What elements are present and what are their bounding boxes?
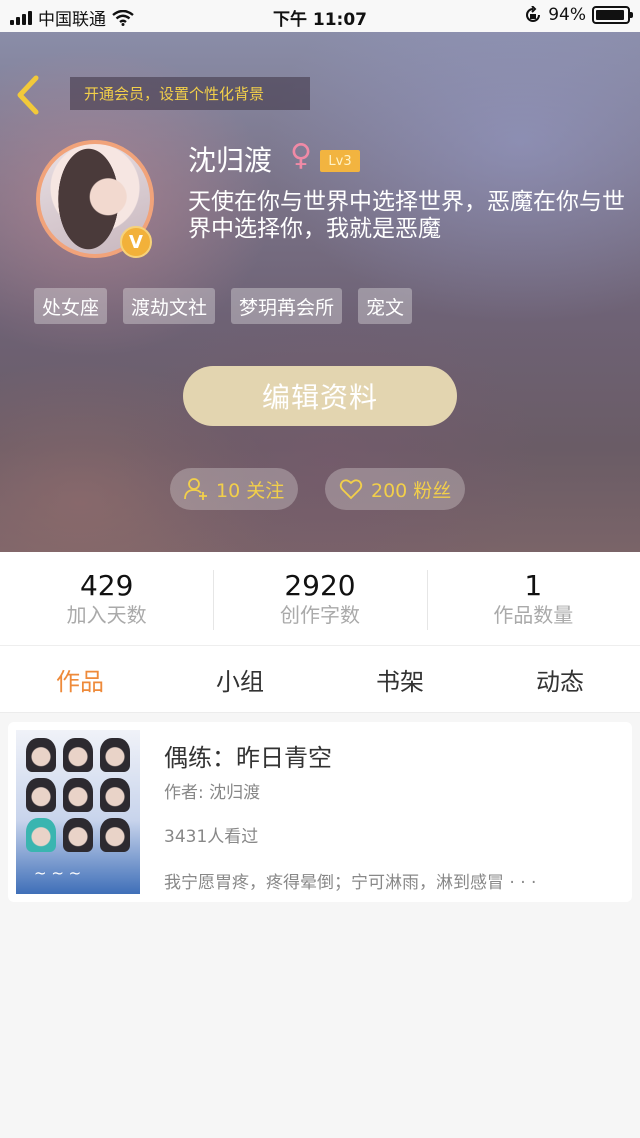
stat-days-joined: 429 加入天数: [0, 552, 213, 645]
tab-groups[interactable]: 小组: [160, 646, 320, 712]
cover-lettering: ~ ~ ~: [34, 864, 82, 882]
book-cover-image[interactable]: ~ ~ ~: [16, 730, 140, 894]
following-count: 10 关注: [216, 479, 285, 502]
tag-item[interactable]: 梦玥苒会所: [231, 288, 343, 324]
tab-works[interactable]: 作品: [0, 646, 160, 712]
book-title[interactable]: 偶练：昨日青空: [164, 738, 332, 773]
add-user-icon: [184, 478, 207, 500]
username: 沈归渡: [188, 144, 273, 177]
book-summary: 我宁愿胃疼，疼得晕倒；宁可淋雨，淋到感冒 · · ·: [164, 873, 537, 893]
edit-profile-button[interactable]: 编辑资料: [183, 366, 457, 426]
book-card[interactable]: ~ ~ ~ 偶练：昨日青空 作者: 沈归渡 3431人看过 我宁愿胃疼，疼得晕倒…: [8, 722, 632, 902]
stat-value: 1: [524, 569, 543, 602]
stat-words-written: 2920 创作字数: [213, 552, 426, 645]
tag-item[interactable]: 处女座: [34, 288, 108, 324]
stats-bar: 429 加入天数 2920 创作字数 1 作品数量: [0, 552, 640, 645]
following-button[interactable]: 10 关注: [170, 468, 299, 510]
battery-percent: 94%: [548, 5, 586, 25]
stat-value: 2920: [284, 569, 356, 602]
stat-label: 作品数量: [493, 603, 574, 627]
profile-header: 开通会员，设置个性化背景 V 沈归渡 ♀ Lv3 天使在你与世界中选择世界，恶魔…: [0, 32, 640, 552]
stat-value: 429: [79, 569, 134, 602]
stat-label: 创作字数: [279, 603, 360, 627]
profile-page: 中国联通 下午 11:07 94% 开通会员，设置个性化背景 V 沈归渡 ♀ L…: [0, 0, 640, 1138]
level-badge: Lv3: [320, 150, 360, 172]
status-right: 94%: [524, 5, 633, 25]
female-gender-icon: ♀: [290, 138, 312, 173]
vip-background-banner[interactable]: 开通会员，设置个性化背景: [70, 77, 310, 110]
followers-button[interactable]: 200 粉丝: [325, 468, 466, 510]
tag-item[interactable]: 宠文: [358, 288, 413, 324]
battery-level-fill: [596, 10, 625, 20]
profile-tabs: 作品 小组 书架 动态: [0, 645, 640, 713]
heart-icon: [339, 479, 363, 500]
followers-count: 200 粉丝: [371, 479, 452, 502]
tag-item[interactable]: 渡劫文社: [123, 288, 216, 324]
tab-bookshelf[interactable]: 书架: [320, 646, 480, 712]
verified-badge: V: [120, 226, 152, 258]
back-icon[interactable]: [14, 74, 44, 116]
stat-works-count: 1 作品数量: [426, 552, 640, 645]
tab-activity[interactable]: 动态: [480, 646, 640, 712]
book-author: 作者: 沈归渡: [164, 783, 261, 803]
status-bar: 中国联通 下午 11:07 94%: [0, 0, 640, 32]
book-view-count: 3431人看过: [164, 827, 259, 847]
user-bio: 天使在你与世界中选择世界，恶魔在你与世界中选择你，我就是恶魔: [188, 189, 625, 242]
battery-icon: [592, 6, 633, 24]
tag-list: 处女座 渡劫文社 梦玥苒会所 宠文: [34, 288, 413, 324]
stat-label: 加入天数: [66, 603, 147, 627]
cover-artwork: [26, 738, 130, 852]
avatar-container[interactable]: V: [36, 140, 154, 258]
rotation-lock-icon: [526, 6, 541, 22]
